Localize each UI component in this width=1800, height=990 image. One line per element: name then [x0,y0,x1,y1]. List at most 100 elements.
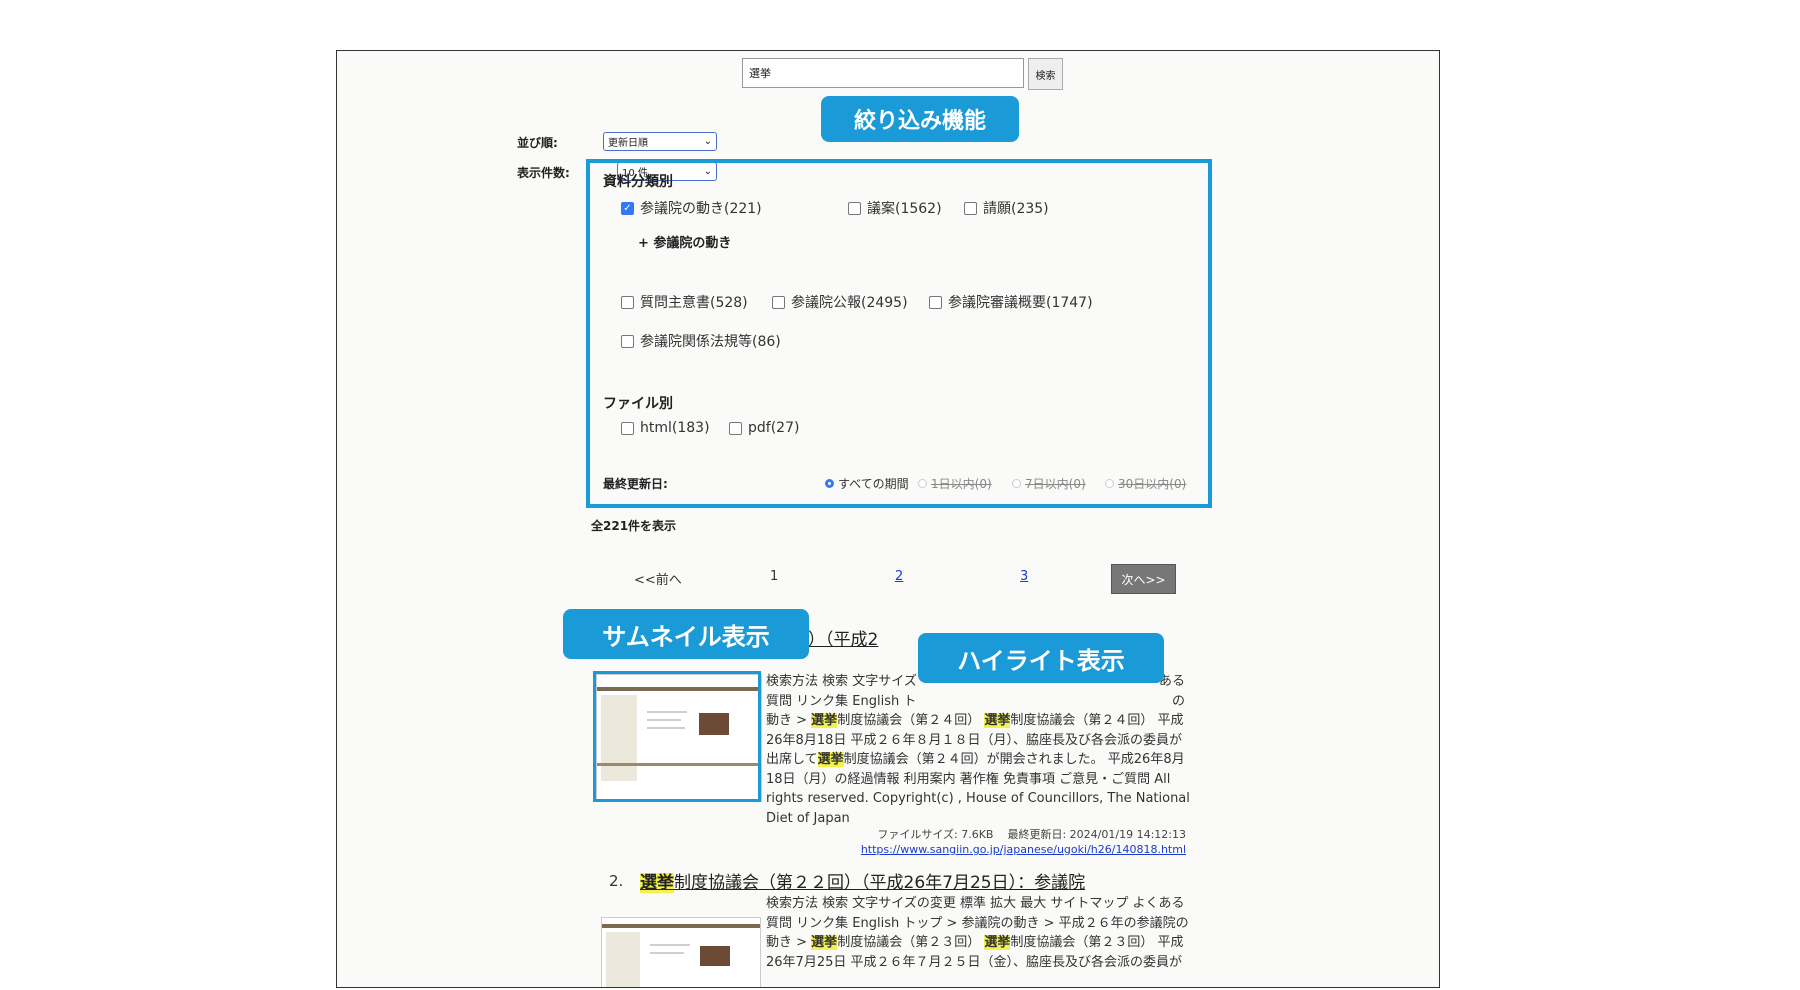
radio-icon [1012,479,1021,488]
checkbox-icon [848,201,861,215]
chevron-down-icon: ⌄ [703,136,712,147]
date-option-label: 30日以内(0) [1118,477,1187,491]
category-checkbox-0[interactable]: ✓ 参議院の動き(221) [621,198,762,218]
total-count: 全221件を表示 [591,519,677,533]
checkbox-icon [929,295,942,309]
snippet-line: 検索方法 検索 文字サイズの変更 標準 拡大 最大 サイトマップ よくある [766,896,1185,911]
thumb-text-line [650,952,684,954]
thumb-photo [700,946,730,966]
checkbox-checked-icon: ✓ [621,201,634,215]
radio-icon [918,479,927,488]
snippet-text: 出席して [766,752,818,767]
subcategory-toggle[interactable]: + 参議院の動き [638,232,731,251]
result-1-snippet: 検索方法 検索 文字サイズ ある 質問 リンク集 English ト の 動き … [766,672,1190,828]
checkbox-icon [964,201,977,215]
category-label: 参議院関係法規等(86) [640,334,781,350]
category-title: 資料分類別 [603,174,673,190]
date-title: 最終更新日: [603,477,668,491]
category-label: 参議院公報(2495) [791,295,908,311]
radio-icon [1105,479,1114,488]
result-2-number: 2. [609,872,624,890]
result-2-snippet: 検索方法 検索 文字サイズの変更 標準 拡大 最大 サイトマップ よくある 質問… [766,894,1189,972]
snippet-text: 動き > [766,713,812,728]
callout-highlight: ハイライト表示 [918,633,1164,683]
sort-select[interactable]: 更新日順 ⌄ [603,132,717,151]
radio-selected-icon [825,479,834,488]
category-checkbox-4[interactable]: 参議院公報(2495) [772,292,908,312]
snippet-line: 動き > 選挙制度協議会（第２４回） 選挙制度協議会（第２４回） 平成 [766,711,1186,731]
snippet-text: 制度協議会（第２４回）が開会されました。 平成26年8月 [843,752,1185,767]
search-input-value: 選挙 [749,67,771,80]
keyword-highlight: 選挙 [811,935,838,950]
date-radio-7days[interactable]: 7日以内(0) [1012,475,1086,492]
snippet-text: の [1172,693,1186,709]
checkbox-icon [621,334,634,348]
search-button[interactable]: 検索 [1028,58,1063,90]
keyword-highlight: 選挙 [984,935,1011,950]
snippet-line: 動き > 選挙制度協議会（第２３回） 選挙制度協議会（第２３回） 平成 [766,933,1186,953]
thumb-header-bar [602,924,760,928]
category-label: 参議院審議概要(1747) [948,295,1093,311]
thumb-text-line [650,944,690,946]
checkbox-icon [729,421,742,435]
snippet-text: 制度協議会（第２４回） [837,713,981,728]
keyword-highlight: 選挙 [640,873,674,893]
checkbox-icon [621,295,634,309]
category-checkbox-6[interactable]: 参議院関係法規等(86) [621,331,781,351]
file-checkbox-html[interactable]: html(183) [621,420,710,436]
file-label: pdf(27) [748,420,800,436]
snippet-text: 制度協議会（第２４回） 平成 [1010,713,1184,728]
sort-select-value: 更新日順 [608,138,648,149]
keyword-highlight: 選挙 [817,752,844,767]
sort-label: 並び順: [517,136,558,150]
keyword-highlight: 選挙 [811,713,838,728]
pagination-page-current: 1 [770,569,779,584]
pagination-page-2[interactable]: 2 [895,569,903,584]
result-1-meta: ファイルサイズ: 7.6KB 最終更新日: 2024/01/19 14:12:1… [766,826,1186,842]
date-radio-30days[interactable]: 30日以内(0) [1105,475,1186,492]
keyword-highlight: 選挙 [984,713,1011,728]
date-radio-1day[interactable]: 1日以内(0) [918,475,992,492]
category-label: 議案(1562) [867,201,942,217]
snippet-text: 制度協議会（第２３回） [837,935,981,950]
thumb-sidebar [606,932,640,987]
date-option-label: 7日以内(0) [1025,477,1086,491]
result-2-thumbnail[interactable] [601,917,761,987]
snippet-line: 出席して選挙制度協議会（第２４回）が開会されました。 平成26年8月 [766,750,1186,770]
pagination-prev[interactable]: <<前へ [634,569,682,588]
result-1-url[interactable]: https://www.sangiin.go.jp/japanese/ugoki… [766,843,1186,856]
pagination-next-button[interactable]: 次へ>> [1111,564,1176,594]
category-label: 参議院の動き(221) [640,201,762,217]
file-label: html(183) [640,420,710,436]
snippet-line: 質問 リンク集 English トップ > 参議院の動き > 平成２６年の参議院… [766,915,1189,931]
file-size: ファイルサイズ: 7.6KB [877,828,994,841]
snippet-text: 動き > [766,935,812,950]
file-title: ファイル別 [603,396,673,412]
checkbox-icon [621,421,634,435]
date-radio-all[interactable]: すべての期間 [825,475,909,492]
category-checkbox-2[interactable]: 請願(235) [964,198,1049,218]
snippet-text: 質問 リンク集 English ト [766,693,917,709]
callout-thumbnail: サムネイル表示 [563,609,809,659]
category-label: 請願(235) [983,201,1049,217]
pagination-page-3[interactable]: 3 [1020,569,1028,584]
updated-date: 最終更新日: 2024/01/19 14:12:13 [1007,828,1186,841]
search-input[interactable]: 選挙 [742,58,1024,88]
snippet-line: 18日（月）の経過情報 利用案内 著作権 免責事項 ご意見・ご質問 All [766,771,1171,787]
thumbnail-highlight-frame [593,671,761,802]
snippet-text: 検索方法 検索 文字サイズ [766,674,917,689]
filter-panel: 資料分類別 ✓ 参議院の動き(221) 議案(1562) 請願(235) + 参… [586,159,1212,508]
result-2-title[interactable]: 選挙制度協議会（第２２回）（平成26年7月25日）：参議院 [640,868,1085,893]
result-2-title-text: 制度協議会（第２２回）（平成26年7月25日）：参議院 [674,873,1086,893]
category-label: 質問主意書(528) [640,295,748,311]
category-checkbox-3[interactable]: 質問主意書(528) [621,292,748,312]
category-checkbox-5[interactable]: 参議院審議概要(1747) [929,292,1093,312]
checkbox-icon [772,295,785,309]
snippet-line: 26年7月25日 平成２６年７月２５日（金）、脇座長及び各会派の委員が [766,954,1182,970]
category-checkbox-1[interactable]: 議案(1562) [848,198,942,218]
file-checkbox-pdf[interactable]: pdf(27) [729,420,799,436]
snippet-line: 質問 リンク集 English ト の [766,692,1186,712]
snippet-text: 制度協議会（第２３回） 平成 [1010,935,1184,950]
callout-filter: 絞り込み機能 [821,96,1019,142]
snippet-line: rights reserved. Copyright(c) , House of… [766,791,1190,806]
